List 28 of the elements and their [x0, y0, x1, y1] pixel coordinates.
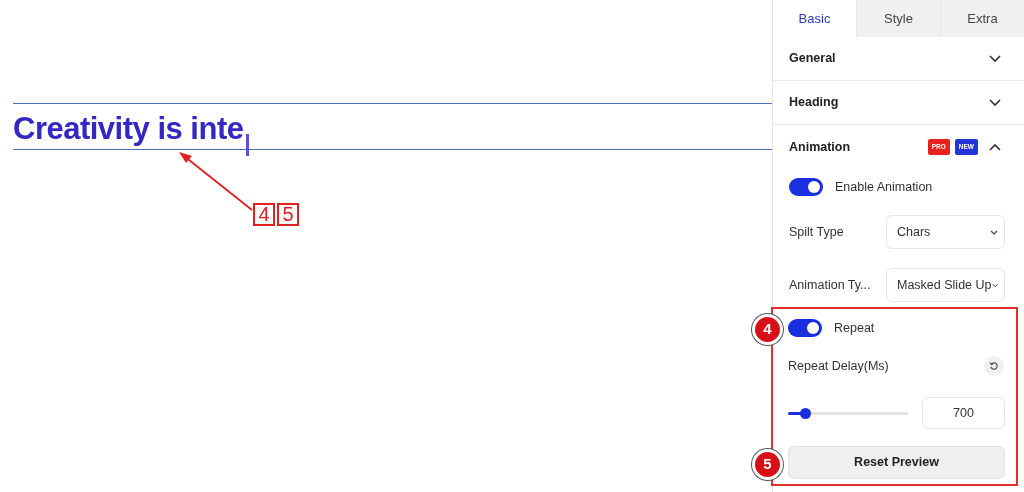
select-dropdown[interactable]: Chars: [886, 215, 1005, 249]
step-marker: 5: [752, 449, 783, 480]
toggle-switch[interactable]: [789, 178, 823, 196]
reset-preview-button[interactable]: Reset Preview: [788, 446, 1005, 479]
text-cursor: [246, 134, 250, 156]
tab[interactable]: Style: [856, 0, 940, 37]
chevron-down-icon: [991, 282, 998, 288]
toggle-switch[interactable]: [788, 319, 822, 337]
toggle-label: Repeat: [834, 319, 875, 337]
chevron-down-icon: [989, 54, 1001, 63]
section-header[interactable]: General: [773, 37, 1024, 81]
heading-text: Creativity is inte: [13, 110, 244, 148]
chevron-down-icon: [990, 229, 998, 235]
step-marker: 4: [752, 314, 783, 345]
callout-label: 5: [277, 203, 299, 226]
slider-thumb[interactable]: [799, 407, 811, 419]
chevron-down-icon: [989, 98, 1001, 107]
section-header[interactable]: Heading: [773, 81, 1024, 125]
select-dropdown[interactable]: Masked Slide Up: [886, 268, 1005, 302]
tab[interactable]: Extra: [940, 0, 1024, 37]
field-label: Animation Ty...: [789, 276, 871, 294]
toggle-label: Enable Animation: [835, 178, 933, 196]
callout-label: 4: [253, 203, 275, 226]
number-field[interactable]: 700: [922, 397, 1005, 429]
chevron-up-icon: [989, 143, 1001, 151]
reset-icon[interactable]: [984, 356, 1004, 376]
field-label: Spilt Type: [789, 223, 844, 241]
field-label: Repeat Delay(Ms): [788, 357, 889, 375]
